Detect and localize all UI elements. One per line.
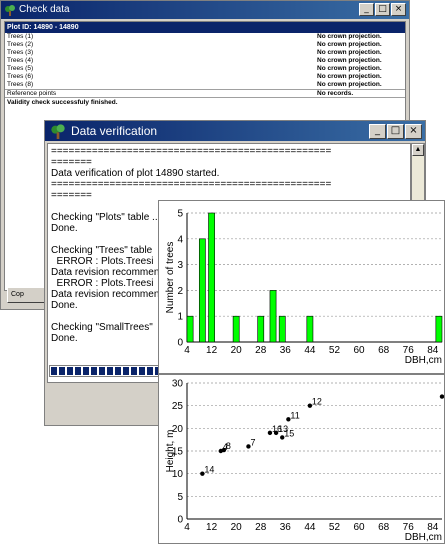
histogram-bar: [208, 212, 215, 343]
histogram-bar: [232, 315, 240, 343]
tree-icon: [5, 5, 15, 16]
x-tick-label: 12: [206, 345, 218, 356]
check-row-status: No crown projection.: [317, 33, 382, 40]
point-label: 7: [250, 437, 255, 447]
check-row[interactable]: Trees (4) No crown projection.: [5, 57, 405, 65]
x-tick-label: 12: [206, 522, 218, 533]
x-tick-label: 36: [280, 522, 292, 533]
x-tick-label: 52: [329, 345, 341, 356]
reference-label: Reference points: [7, 90, 57, 97]
plot-header: Plot ID: 14890 - 14890: [5, 22, 405, 33]
y-tick-label: 4: [177, 234, 183, 245]
y-tick-label: 25: [172, 401, 184, 412]
y-tick-label: 5: [177, 209, 183, 220]
x-tick-label: 44: [304, 522, 316, 533]
histogram-bar: [269, 290, 277, 343]
y-tick-label: 1: [177, 312, 183, 323]
x-tick-label: 20: [231, 345, 243, 356]
x-tick-label: 44: [304, 345, 316, 356]
check-row[interactable]: Trees (2) No crown projection.: [5, 41, 405, 49]
x-tick-label: 4: [184, 345, 190, 356]
point-label: 11: [290, 410, 299, 420]
check-row-status: No crown projection.: [317, 57, 382, 64]
x-tick-label: 36: [280, 345, 292, 356]
y-tick-label: 0: [177, 515, 183, 526]
x-axis-title: DBH,cm: [405, 355, 442, 366]
dbh-histogram-chart: 0123454 12 20 28 36 44 52 60 68 76 84DBH,cmNumber …: [165, 209, 443, 366]
check-row-status: No crown projection.: [317, 49, 382, 56]
point-label: 15: [284, 428, 294, 438]
check-row[interactable]: Trees (3) No crown projection.: [5, 49, 405, 57]
check-row[interactable]: Trees (5) No crown projection.: [5, 65, 405, 73]
check-row-label: Trees (8): [7, 81, 34, 88]
check-row-status: No crown projection.: [317, 65, 382, 72]
check-row-label: Trees (1): [7, 33, 34, 40]
point-label: 14: [204, 465, 214, 475]
histogram-bar: [257, 315, 265, 343]
log-line: =======: [51, 157, 92, 168]
histogram-bar: [306, 315, 314, 343]
y-tick-label: 2: [177, 286, 183, 297]
x-tick-label: 68: [378, 522, 390, 533]
maximize-button[interactable]: □: [387, 124, 404, 139]
y-axis-title: Number of trees: [165, 242, 176, 314]
check-row-label: Trees (5): [7, 65, 34, 72]
copy-button[interactable]: Cop: [7, 287, 47, 303]
dbh-histogram-panel: 0 1 2 3 4 5 4 12 20 28 36 44 52 60 68 76 84 DBH,cm Number …: [158, 200, 445, 374]
check-row[interactable]: Trees (1) No crown projection.: [5, 33, 405, 41]
check-row-label: Trees (2): [7, 41, 34, 48]
point-label: 8: [226, 441, 231, 451]
x-tick-label: 20: [231, 522, 243, 533]
check-row-label: Trees (4): [7, 57, 34, 64]
verification-title-bar[interactable]: Data verification _ □ ×: [45, 121, 425, 141]
x-axis-title: DBH,cm: [405, 532, 442, 543]
check-row-status: No crown projection.: [317, 41, 382, 48]
histogram-bar: [435, 315, 443, 343]
minimize-button[interactable]: _: [369, 124, 386, 139]
scroll-up-icon[interactable]: ▲: [412, 144, 424, 156]
y-tick-label: 0: [177, 338, 183, 349]
minimize-button[interactable]: _: [359, 3, 374, 16]
copy-button-label: Cop: [11, 291, 24, 298]
check-row[interactable]: Trees (6) No crown projection.: [5, 73, 405, 81]
reference-row[interactable]: Reference points No records.: [5, 89, 405, 97]
x-tick-label: 4: [184, 522, 190, 533]
x-tick-label: 28: [255, 522, 267, 533]
window-title: Data verification: [71, 124, 158, 138]
point-label: 12: [312, 397, 322, 407]
x-tick-label: 60: [353, 522, 365, 533]
y-tick-label: 3: [177, 260, 183, 271]
check-row-label: Trees (6): [7, 73, 34, 80]
check-row[interactable]: Trees (8) No crown projection.: [5, 81, 405, 89]
y-tick-label: 5: [177, 492, 183, 503]
histogram-bar: [186, 315, 194, 343]
histogram-bar: [198, 238, 206, 343]
x-tick-label: 28: [255, 345, 267, 356]
log-line: ========================================…: [51, 179, 332, 190]
reference-status: No records.: [317, 90, 354, 97]
window-title: Check data: [19, 4, 70, 15]
x-tick-label: 60: [353, 345, 365, 356]
check-row-status: No crown projection.: [317, 73, 382, 80]
height-scatter-panel: 0 5 10 15 20 25 30 4 12 20 28 36 44 52 60 68 76 84 DBH,cm H…: [158, 374, 445, 544]
validity-message: Validity check successfuly finished.: [5, 97, 405, 107]
y-tick-label: 30: [172, 379, 184, 390]
log-line: ========================================…: [51, 146, 332, 157]
check-row-status: No crown projection.: [317, 81, 382, 88]
log-line: Data verification of plot 14890 started.: [51, 168, 220, 179]
x-tick-label: 68: [378, 345, 390, 356]
maximize-button[interactable]: □: [375, 3, 390, 16]
close-button[interactable]: ×: [391, 3, 406, 16]
check-row-label: Trees (3): [7, 49, 34, 56]
close-button[interactable]: ×: [405, 124, 422, 139]
height-scatter-chart: 0510152025304 12 20 28 36 44 52 60 68 76 84DBH,cmH…: [165, 379, 445, 544]
x-tick-label: 52: [329, 522, 341, 533]
check-data-title-bar[interactable]: Check data _ □ ×: [1, 1, 409, 19]
tree-icon: [51, 124, 65, 139]
y-axis-title: Height, m: [165, 430, 176, 473]
histogram-bar: [278, 315, 286, 343]
